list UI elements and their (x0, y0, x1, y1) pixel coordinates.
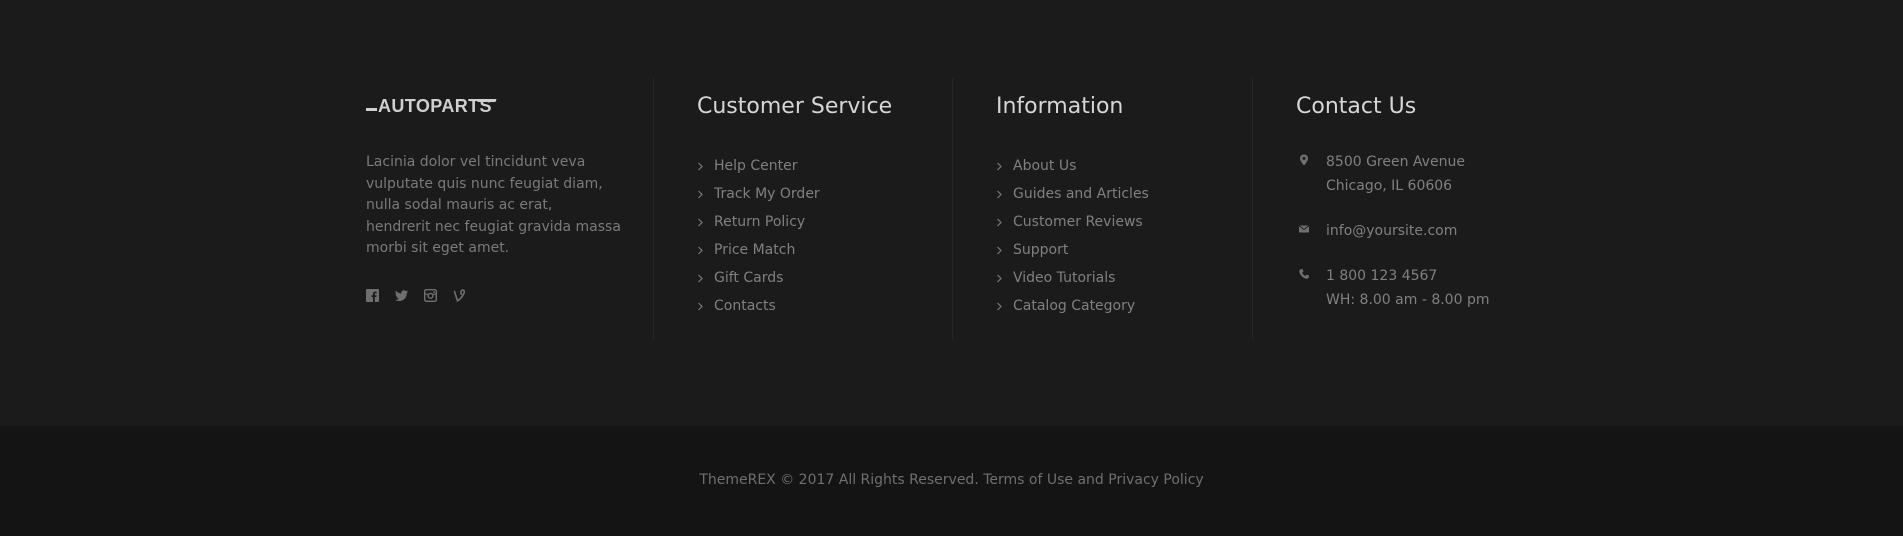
chevron-right-icon (698, 162, 703, 170)
email-link[interactable]: info@yoursite.com (1326, 219, 1457, 243)
information-heading: Information (996, 94, 1124, 119)
phone-icon (1299, 269, 1309, 279)
facebook-icon[interactable] (366, 288, 379, 302)
contact-heading: Contact Us (1296, 94, 1417, 119)
link-support[interactable]: Support (996, 236, 1149, 264)
envelope-icon (1298, 225, 1310, 233)
chevron-right-icon (997, 162, 1002, 170)
link-guides-and-articles[interactable]: Guides and Articles (996, 180, 1149, 208)
footer-main: AUTOPARTS Lacinia dolor vel tincidunt ve… (0, 0, 1903, 426)
chevron-right-icon (997, 218, 1002, 226)
link-about-us[interactable]: About Us (996, 152, 1149, 180)
contact-email: info@yoursite.com (1296, 219, 1489, 243)
contact-column: Contact Us 8500 Green Avenue Chicago, IL… (1252, 78, 1553, 340)
information-column: Information About Us Guides and Articles… (952, 78, 1253, 340)
copyright-text: ThemeREX © 2017 All Rights Reserved. Ter… (699, 472, 1204, 488)
chevron-right-icon (997, 302, 1002, 310)
working-hours: WH: 8.00 am - 8.00 pm (1326, 292, 1490, 308)
terms-of-use-link[interactable]: Terms of Use (983, 472, 1073, 488)
customer-service-column: Customer Service Help Center Track My Or… (653, 78, 954, 340)
link-track-my-order[interactable]: Track My Order (697, 180, 892, 208)
location-pin-icon (1300, 154, 1308, 166)
contact-phone: 1 800 123 4567 WH: 8.00 am - 8.00 pm (1296, 264, 1489, 312)
chevron-right-icon (997, 274, 1002, 282)
chevron-right-icon (698, 190, 703, 198)
site-logo[interactable]: AUTOPARTS (366, 96, 621, 116)
about-text: Lacinia dolor vel tincidunt veva vulputa… (366, 154, 621, 256)
twitter-icon[interactable] (395, 289, 408, 302)
social-links (366, 288, 621, 302)
chevron-right-icon (698, 274, 703, 282)
link-video-tutorials[interactable]: Video Tutorials (996, 264, 1149, 292)
information-links: About Us Guides and Articles Customer Re… (996, 152, 1149, 320)
link-contacts[interactable]: Contacts (697, 292, 892, 320)
contact-address: 8500 Green Avenue Chicago, IL 60606 (1296, 150, 1489, 198)
link-gift-cards[interactable]: Gift Cards (697, 264, 892, 292)
link-price-match[interactable]: Price Match (697, 236, 892, 264)
phone-number[interactable]: 1 800 123 4567 (1326, 264, 1489, 288)
link-return-policy[interactable]: Return Policy (697, 208, 892, 236)
customer-service-links: Help Center Track My Order Return Policy… (697, 152, 892, 320)
link-catalog-category[interactable]: Catalog Category (996, 292, 1149, 320)
about-column: AUTOPARTS Lacinia dolor vel tincidunt ve… (366, 78, 626, 340)
vine-icon[interactable] (453, 288, 466, 302)
customer-service-heading: Customer Service (697, 94, 893, 119)
footer-bottom-bar: ThemeREX © 2017 All Rights Reserved. Ter… (0, 426, 1903, 536)
address-line-1: 8500 Green Avenue (1326, 154, 1465, 170)
link-help-center[interactable]: Help Center (697, 152, 892, 180)
address-line-2: Chicago, IL 60606 (1326, 178, 1453, 194)
chevron-right-icon (698, 302, 703, 310)
privacy-policy-link[interactable]: Privacy Policy (1108, 472, 1203, 488)
chevron-right-icon (997, 190, 1002, 198)
link-customer-reviews[interactable]: Customer Reviews (996, 208, 1149, 236)
instagram-icon[interactable] (424, 288, 437, 302)
chevron-right-icon (698, 218, 703, 226)
chevron-right-icon (997, 246, 1002, 254)
chevron-right-icon (698, 246, 703, 254)
